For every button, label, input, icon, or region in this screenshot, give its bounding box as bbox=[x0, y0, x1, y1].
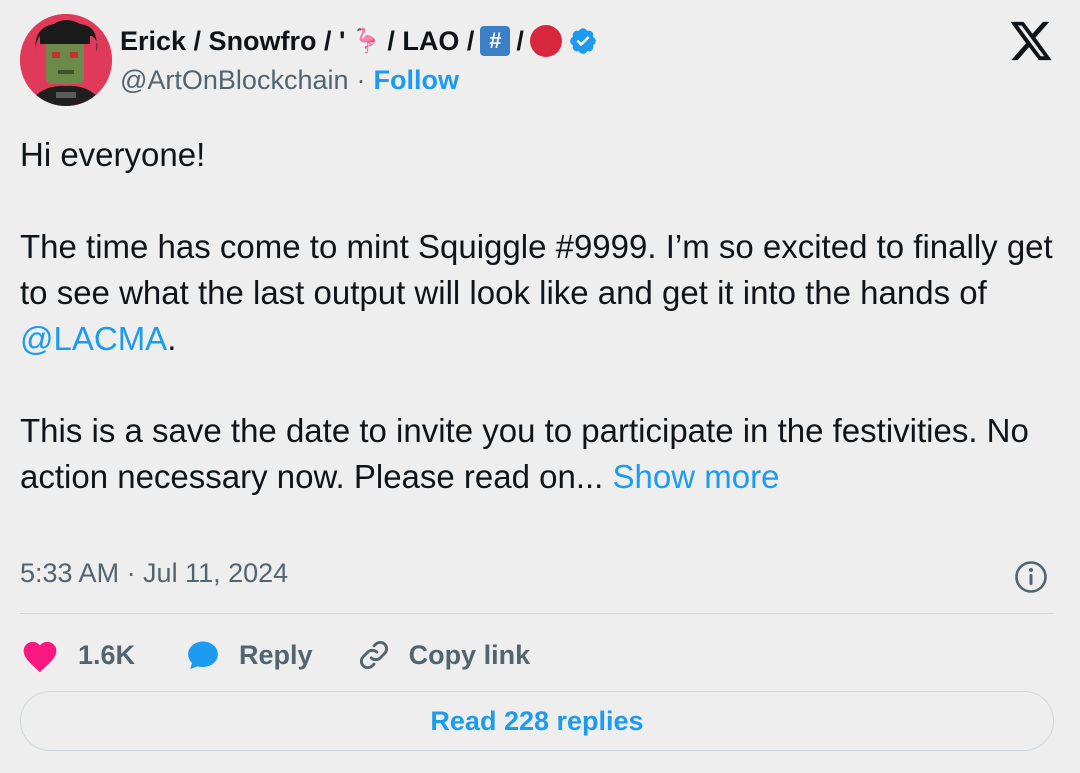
tweet-card: Erick / Snowfro / ' 🦩 / LAO / # / @ArtOn… bbox=[0, 0, 1080, 773]
info-icon[interactable] bbox=[1014, 560, 1048, 594]
read-replies-button[interactable]: Read 228 replies bbox=[20, 691, 1054, 751]
show-more-link[interactable]: Show more bbox=[613, 458, 780, 495]
tweet-timestamp[interactable]: 5:33 AM · Jul 11, 2024 bbox=[20, 558, 288, 589]
flamingo-emoji: 🦩 bbox=[351, 27, 382, 55]
tweet-greeting: Hi everyone! bbox=[20, 136, 206, 173]
tweet-paragraph-3: This is a save the date to invite you to… bbox=[20, 408, 1060, 500]
tweet-paragraph-2: The time has come to mint Squiggle #9999… bbox=[20, 224, 1060, 362]
tweet-paragraph-2-end: . bbox=[167, 320, 177, 357]
link-icon bbox=[357, 638, 391, 672]
verified-badge-icon bbox=[568, 26, 598, 56]
red-circle-icon bbox=[529, 25, 562, 57]
hash-badge: # bbox=[480, 26, 511, 56]
action-bar: 1.6K Reply Copy link bbox=[20, 632, 530, 678]
reply-button[interactable]: Reply bbox=[185, 638, 313, 672]
divider bbox=[20, 613, 1054, 614]
separator-dot: · bbox=[356, 64, 366, 95]
author-name[interactable]: Erick / Snowfro / ' 🦩 / LAO / # / bbox=[120, 24, 598, 58]
like-button[interactable]: 1.6K bbox=[20, 637, 135, 673]
tweet-paragraph-2-text: The time has come to mint Squiggle #9999… bbox=[20, 228, 1053, 311]
like-count: 1.6K bbox=[78, 639, 136, 670]
author-name-part-2: / LAO / bbox=[387, 25, 475, 56]
reply-label: Reply bbox=[239, 639, 313, 670]
mention-link[interactable]: @LACMA bbox=[20, 320, 167, 357]
handle-row: @ArtOnBlockchain · Follow bbox=[120, 64, 459, 96]
x-logo-icon[interactable] bbox=[1008, 20, 1054, 62]
follow-button[interactable]: Follow bbox=[374, 65, 459, 96]
copy-link-button[interactable]: Copy link bbox=[357, 638, 531, 672]
author-handle[interactable]: @ArtOnBlockchain bbox=[120, 65, 349, 96]
tweet-paragraph-3-text: This is a save the date to invite you to… bbox=[20, 412, 1029, 495]
copy-link-label: Copy link bbox=[408, 639, 531, 670]
author-name-part-1: Erick / Snowfro / ' bbox=[120, 25, 346, 56]
heart-icon bbox=[20, 637, 60, 673]
tweet-text: Hi everyone! The time has come to mint S… bbox=[20, 132, 1060, 500]
author-name-part-3: / bbox=[516, 25, 524, 56]
reply-bubble-icon bbox=[185, 638, 221, 672]
read-replies-label: Read 228 replies bbox=[430, 705, 644, 736]
avatar[interactable] bbox=[20, 14, 112, 106]
